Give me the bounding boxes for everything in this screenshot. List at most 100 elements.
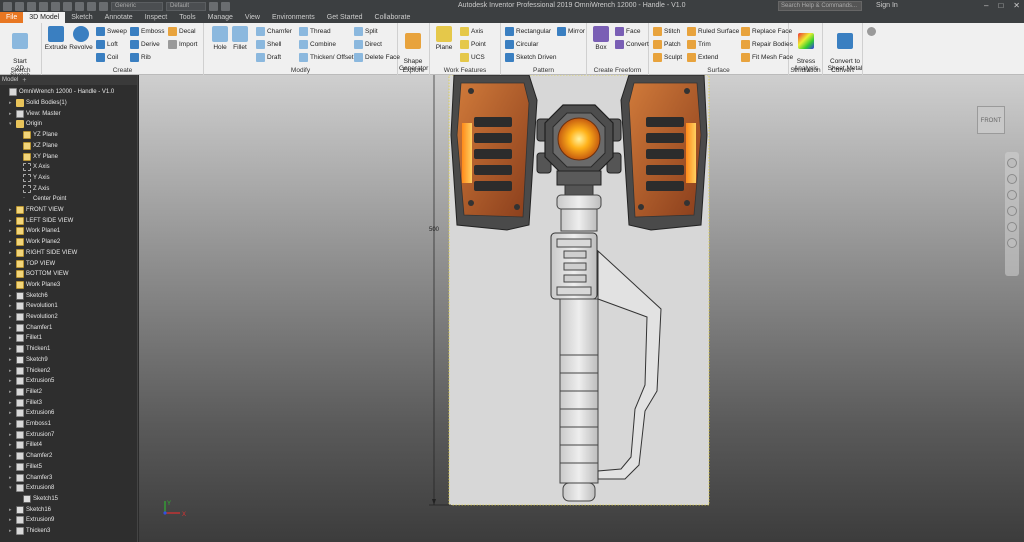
model-canvas[interactable]: [139, 75, 1024, 542]
browser-node[interactable]: YZ Plane: [16, 130, 58, 141]
browser-node[interactable]: Z Axis: [16, 183, 49, 194]
update-icon[interactable]: [87, 1, 96, 11]
material-select[interactable]: Generic: [111, 1, 163, 11]
add-browser-tab-icon[interactable]: +: [22, 77, 26, 84]
browser-node[interactable]: ▸ BOTTOM VIEW: [9, 269, 69, 280]
viewcube[interactable]: FRONT: [977, 106, 1005, 134]
undo-icon[interactable]: [51, 1, 60, 11]
draft-button[interactable]: Draft: [256, 52, 281, 63]
pan-icon[interactable]: [1007, 174, 1017, 184]
ribbon-options-button[interactable]: [867, 26, 876, 37]
browser-node[interactable]: ▸ Sketch6: [9, 290, 48, 301]
browser-node[interactable]: ▸ RIGHT SIDE VIEW: [9, 248, 77, 259]
replace-face-button[interactable]: Replace Face: [741, 26, 792, 37]
expand-arrow-icon[interactable]: ▸: [9, 218, 14, 224]
browser-node[interactable]: ▸ Work Plane1: [9, 226, 60, 237]
expand-arrow-icon[interactable]: ▸: [9, 346, 14, 352]
browser-node[interactable]: ▸ Sketch9: [9, 355, 48, 366]
browser-node[interactable]: ▸ FRONT VIEW: [9, 205, 64, 216]
decal-button[interactable]: Decal: [168, 26, 196, 37]
patch-button[interactable]: Patch: [653, 39, 681, 50]
select-icon[interactable]: [99, 1, 108, 11]
expand-arrow-icon[interactable]: ▸: [9, 207, 14, 213]
tab-file[interactable]: File: [0, 12, 24, 23]
expand-arrow-icon[interactable]: ▸: [9, 442, 14, 448]
tab-manage[interactable]: Manage: [202, 12, 239, 23]
expand-arrow-icon[interactable]: ▸: [9, 475, 14, 481]
ucs-button[interactable]: UCS: [460, 52, 485, 63]
browser-tab-model[interactable]: Model: [2, 77, 18, 83]
trim-button[interactable]: Trim: [687, 39, 711, 50]
appearance-select[interactable]: Default: [166, 1, 206, 11]
look-at-icon[interactable]: [1007, 222, 1017, 232]
shape-generator-button[interactable]: Shape Generator: [399, 26, 428, 72]
minimize-button[interactable]: –: [984, 1, 988, 10]
rib-button[interactable]: Rib: [130, 52, 151, 63]
expand-arrow-icon[interactable]: ▸: [9, 335, 14, 341]
browser-node[interactable]: XY Plane: [16, 151, 58, 162]
derive-button[interactable]: Derive: [130, 39, 160, 50]
graphics-window[interactable]: 500 FRONT X Y: [139, 75, 1024, 542]
tab-environments[interactable]: Environments: [266, 12, 321, 23]
expand-arrow-icon[interactable]: ▸: [9, 111, 14, 117]
thicken-offset-button[interactable]: Thicken/ Offset: [299, 52, 354, 63]
browser-node[interactable]: ▸ Thicken3: [9, 526, 50, 537]
browser-node[interactable]: ▸ Fillet3: [9, 397, 42, 408]
zoom-icon[interactable]: [1007, 190, 1017, 200]
tab-3d-model[interactable]: 3D Model: [23, 12, 66, 23]
expand-arrow-icon[interactable]: ▾: [9, 485, 14, 491]
browser-node[interactable]: ▸ Extrusion6: [9, 408, 54, 419]
expand-arrow-icon[interactable]: ▸: [9, 400, 14, 406]
repair-bodies-button[interactable]: Repair Bodies: [741, 39, 793, 50]
chamfer-button[interactable]: Chamfer: [256, 26, 292, 37]
app-menu-icon[interactable]: [3, 1, 12, 11]
browser-node[interactable]: ▸ Thicken1: [9, 344, 50, 355]
browser-node[interactable]: ▸ Chamfer3: [9, 472, 52, 483]
expand-arrow-icon[interactable]: ▸: [9, 228, 14, 234]
maximize-button[interactable]: □: [998, 1, 1003, 10]
browser-node[interactable]: ▸ Solid Bodies(1): [9, 98, 67, 109]
clear-override-icon[interactable]: [209, 1, 218, 11]
expand-arrow-icon[interactable]: ▸: [9, 464, 14, 470]
expand-arrow-icon[interactable]: ▸: [9, 368, 14, 374]
rectangular-pattern-button[interactable]: Rectangular: [505, 26, 551, 37]
expand-arrow-icon[interactable]: ▸: [9, 528, 14, 534]
sign-in-link[interactable]: Sign In: [876, 2, 898, 9]
expand-arrow-icon[interactable]: ▸: [9, 378, 14, 384]
sweep-button[interactable]: Sweep: [96, 26, 127, 37]
home-icon[interactable]: [75, 1, 84, 11]
revolve-button[interactable]: Revolve: [67, 26, 95, 51]
browser-node[interactable]: ▸ Fillet2: [9, 387, 42, 398]
expand-arrow-icon[interactable]: ▾: [9, 121, 14, 127]
browser-node[interactable]: Sketch15: [16, 494, 58, 505]
expand-arrow-icon[interactable]: ▸: [9, 421, 14, 427]
browser-node[interactable]: ▾ Extrusion8: [9, 483, 54, 494]
browser-node[interactable]: ▸ View: Master: [9, 108, 61, 119]
expand-arrow-icon[interactable]: ▸: [9, 453, 14, 459]
browser-node[interactable]: · Center Point: [16, 194, 66, 205]
delete-face-button[interactable]: Delete Face: [354, 52, 400, 63]
convert-button[interactable]: Convert: [615, 39, 649, 50]
browser-node[interactable]: ▸ Extrusion5: [9, 376, 54, 387]
mirror-button[interactable]: Mirror: [557, 26, 585, 37]
new-icon[interactable]: [15, 1, 24, 11]
expand-arrow-icon[interactable]: ▸: [9, 357, 14, 363]
expand-arrow-icon[interactable]: ▸: [9, 261, 14, 267]
face-button[interactable]: Face: [615, 26, 640, 37]
expand-arrow-icon[interactable]: ▸: [9, 271, 14, 277]
axis-button[interactable]: Axis: [460, 26, 483, 37]
extrude-button[interactable]: Extrude: [42, 26, 70, 51]
expand-arrow-icon[interactable]: ▸: [9, 517, 14, 523]
redo-icon[interactable]: [63, 1, 72, 11]
convert-to-sheet-metal-button[interactable]: Convert to Sheet Metal: [827, 26, 863, 72]
import-button[interactable]: Import: [168, 39, 197, 50]
expand-arrow-icon[interactable]: ▸: [9, 389, 14, 395]
browser-node[interactable]: ▸ TOP VIEW: [9, 258, 55, 269]
plane-button[interactable]: Plane: [430, 26, 458, 51]
expand-arrow-icon[interactable]: ▸: [9, 293, 14, 299]
tab-collaborate[interactable]: Collaborate: [369, 12, 417, 23]
browser-node[interactable]: ▸ Chamfer2: [9, 451, 52, 462]
browser-node[interactable]: ▸ Fillet4: [9, 440, 42, 451]
split-button[interactable]: Split: [354, 26, 378, 37]
emboss-button[interactable]: Emboss: [130, 26, 164, 37]
